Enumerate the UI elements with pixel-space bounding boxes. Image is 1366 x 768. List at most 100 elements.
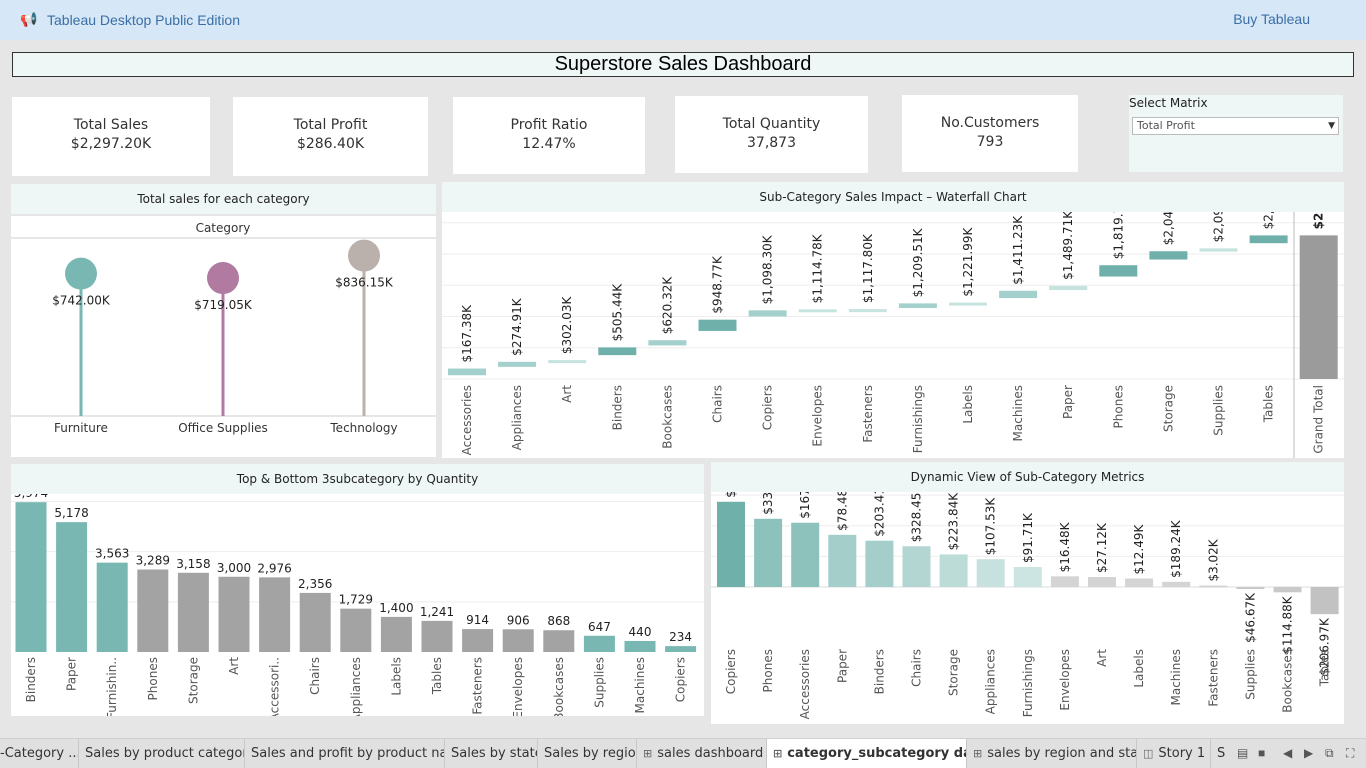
quantity-value-label: 1,400 xyxy=(379,601,413,615)
waterfall-bar xyxy=(648,340,687,346)
tab-label: Story 1 xyxy=(1158,746,1206,761)
kpi-no-customers: No.Customers 793 xyxy=(902,95,1078,172)
waterfall-axis-label: Grand Total xyxy=(1312,385,1326,454)
app-title: Tableau Desktop Public Edition xyxy=(47,12,241,28)
tab-category[interactable]: -Category ... xyxy=(0,739,79,768)
metric-value-label: $149.53K xyxy=(724,492,738,498)
waterfall-bar xyxy=(1199,248,1238,252)
waterfall-bar xyxy=(498,361,537,367)
quantity-bar xyxy=(665,646,697,652)
quantity-value-label: 3,563 xyxy=(95,547,129,561)
category-lollipop-chart: Category $742.00K Furniture $719.05K Office… xyxy=(11,214,436,435)
category-header: Category xyxy=(196,221,251,235)
tab-category-subcategory-dashboard[interactable]: ⊞ category_subcategory dash... xyxy=(767,739,967,768)
quantity-axis-label: Supplies xyxy=(592,657,606,708)
quantity-axis-label: Chairs xyxy=(308,657,322,695)
tab-partial[interactable]: S xyxy=(1211,739,1225,768)
category-axis-label: Furniture xyxy=(54,421,108,435)
metric-bar xyxy=(1125,578,1154,587)
fullscreen-icon[interactable]: ⛶ xyxy=(1346,746,1354,761)
previous-sheet-icon[interactable]: ◀ xyxy=(1283,746,1292,760)
lollipop-head xyxy=(348,239,380,272)
metric-bar xyxy=(902,546,931,587)
kpi-total-profit: Total Profit $286.40K xyxy=(233,97,428,176)
waterfall-bar xyxy=(898,303,937,308)
quantity-value-label: 906 xyxy=(507,613,530,627)
quantity-bar xyxy=(502,629,534,652)
buy-tableau-link[interactable]: Buy Tableau xyxy=(1233,11,1310,27)
quantity-axis-label: Paper xyxy=(65,657,79,691)
metric-axis-label: Furnishings xyxy=(1021,649,1035,717)
quantity-value-label: 2,356 xyxy=(298,577,332,591)
top-bottom-quantity-chart: 5,974 Binders 5,178 Paper 3,563 Furnishin.. 3,… xyxy=(11,494,704,716)
quantity-bar xyxy=(259,577,291,652)
kpi-total-sales: Total Sales $2,297.20K xyxy=(12,97,210,176)
waterfall-axis-label: Machines xyxy=(1011,385,1025,441)
fit-screen-icon[interactable]: ⧉ xyxy=(1325,746,1334,761)
filmstrip-view-icon[interactable]: ▤ xyxy=(1237,746,1248,760)
metric-axis-label: Envelopes xyxy=(1058,649,1072,711)
select-matrix-value: Total Profit xyxy=(1137,119,1195,132)
waterfall-axis-label: Envelopes xyxy=(811,385,825,447)
waterfall-value-label: $2,043.56K xyxy=(1161,212,1175,245)
waterfall-axis-label: Supplies xyxy=(1212,385,1226,436)
top-bottom-panel: Top & Bottom 3subcategory by Quantity 5,… xyxy=(11,464,704,716)
tab-label: Sales by region xyxy=(544,746,637,761)
tab-sales-and-profit-by-product-name[interactable]: Sales and profit by product name xyxy=(245,739,445,768)
waterfall-bar xyxy=(748,310,787,317)
tab-sales-dashboard[interactable]: ⊞ sales dashboard xyxy=(637,739,767,768)
metric-axis-label: Paper xyxy=(835,649,849,683)
metric-value-label: $330.01K xyxy=(761,492,775,515)
metric-axis-label: Bookcases xyxy=(1281,649,1295,713)
waterfall-value-label: $2,297.20K xyxy=(1262,212,1276,229)
waterfall-value-label: $1,411.23K xyxy=(1011,215,1025,285)
quantity-axis-label: Art xyxy=(227,657,241,675)
quantity-axis-label: Labels xyxy=(389,657,403,696)
select-matrix-dropdown[interactable]: Total Profit ▼ xyxy=(1132,117,1339,135)
quantity-bar xyxy=(380,616,412,652)
tab-label: Sales by state xyxy=(451,746,538,761)
waterfall-axis-label: Copiers xyxy=(761,385,775,430)
metric-bar xyxy=(791,522,820,587)
tab-sales-by-state[interactable]: Sales by state xyxy=(445,739,538,768)
tab-sales-by-region[interactable]: Sales by region xyxy=(538,739,637,768)
quantity-axis-label: Storage xyxy=(186,657,200,704)
tab-sales-by-region-and-state[interactable]: ⊞ sales by region and state xyxy=(967,739,1137,768)
chevron-down-icon[interactable]: ▼ xyxy=(1328,118,1335,134)
panel-title: Top & Bottom 3subcategory by Quantity xyxy=(11,464,704,494)
quantity-value-label: 2,976 xyxy=(257,561,291,575)
metric-axis-label: Phones xyxy=(761,649,775,692)
dynamic-metrics-chart: $149.53K Copiers $330.01K Phones $167.38K Acc… xyxy=(711,492,1344,719)
tab-label: sales dashboard xyxy=(657,746,764,761)
quantity-value-label: 3,158 xyxy=(176,557,210,571)
waterfall-axis-label: Furnishings xyxy=(911,385,925,453)
quantity-bar xyxy=(543,630,575,652)
metric-axis-label: Labels xyxy=(1132,649,1146,688)
lollipop-head xyxy=(207,262,239,295)
metric-bar xyxy=(1236,587,1265,589)
quantity-value-label: 914 xyxy=(466,613,489,627)
waterfall-value-label: $505.44K xyxy=(610,283,624,342)
tab-sales-by-product-category[interactable]: Sales by product category xyxy=(79,739,245,768)
metric-axis-label: Machines xyxy=(1169,649,1183,705)
story-icon: ◫ xyxy=(1143,747,1154,760)
waterfall-axis-label: Chairs xyxy=(711,385,725,423)
metric-axis-label: Accessories xyxy=(798,649,812,719)
metric-value-label: $46.67K xyxy=(1243,592,1257,643)
tab-story-1[interactable]: ◫ Story 1 xyxy=(1137,739,1211,768)
metric-bar xyxy=(717,501,745,587)
waterfall-value-label: $302.03K xyxy=(560,295,574,354)
waterfall-axis-label: Art xyxy=(560,385,574,403)
next-sheet-icon[interactable]: ▶ xyxy=(1304,746,1313,760)
quantity-bar xyxy=(137,569,169,652)
quantity-value-label: 1,241 xyxy=(420,605,454,619)
metric-value-label: $12.49K xyxy=(1132,524,1146,575)
dashboard-title: Superstore Sales Dashboard xyxy=(12,52,1354,77)
waterfall-value-label: $1,117.80K xyxy=(861,233,875,303)
waterfall-axis-label: Tables xyxy=(1262,385,1276,423)
quantity-value-label: 5,974 xyxy=(14,494,48,500)
show-sheet-icon[interactable]: ■ xyxy=(1258,746,1265,760)
waterfall-value-label: $1,819.72K xyxy=(1111,212,1125,259)
waterfall-value-label: $620.32K xyxy=(660,276,674,335)
kpi-value: 793 xyxy=(976,134,1004,150)
